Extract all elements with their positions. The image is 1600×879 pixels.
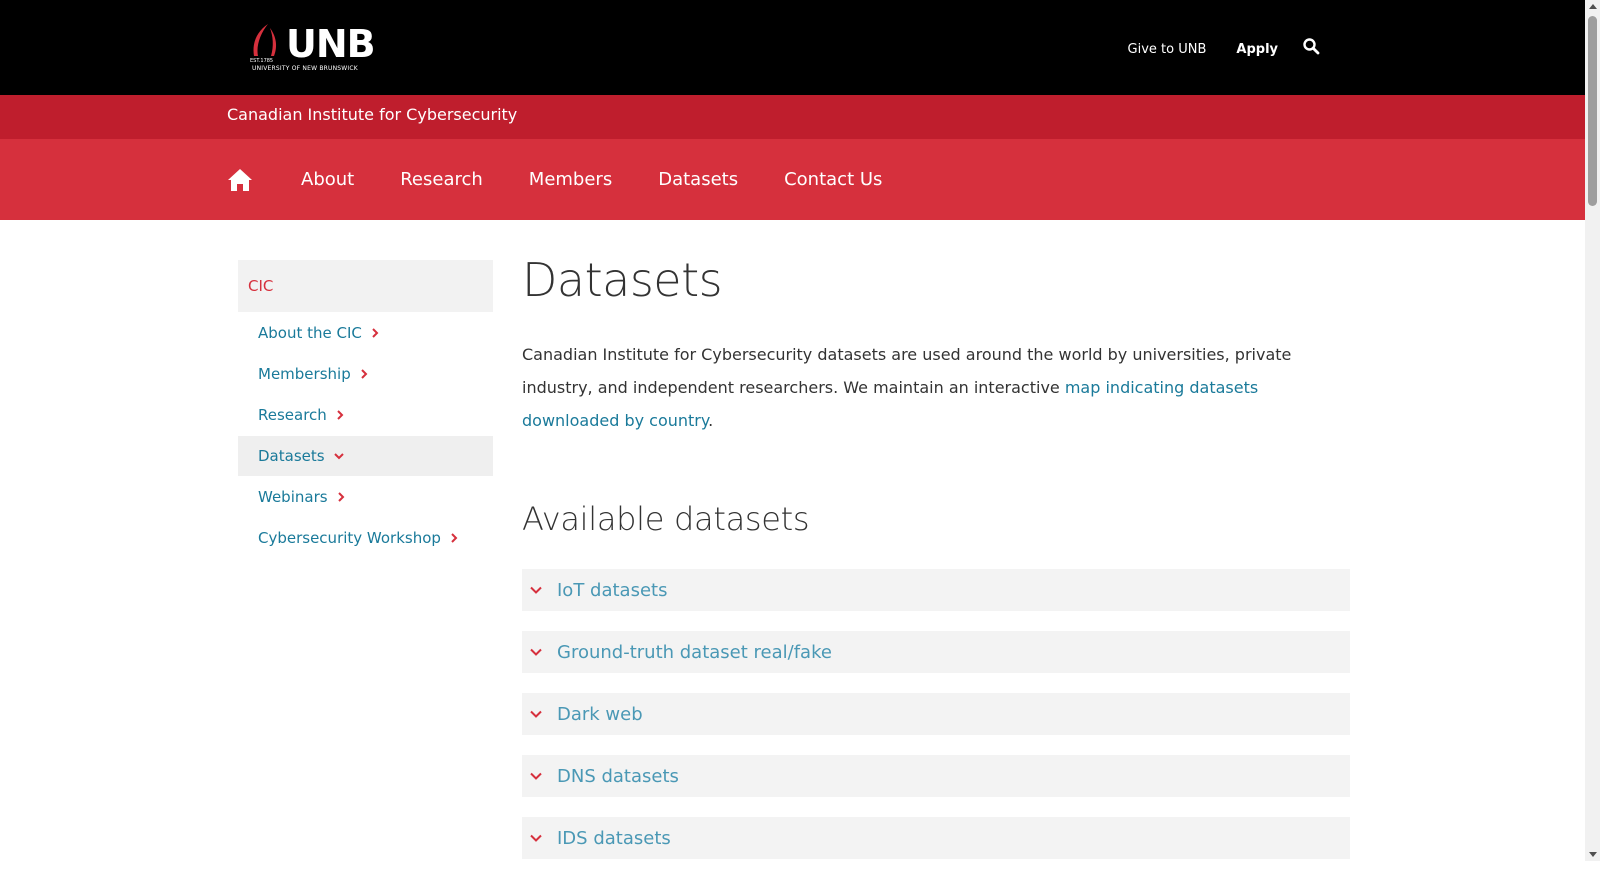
page-title: Datasets: [522, 253, 723, 307]
sidebar-item-label: Cybersecurity Workshop: [258, 529, 441, 547]
search-icon[interactable]: [1302, 37, 1320, 55]
chevron-down-icon: [530, 586, 542, 594]
site-name-link[interactable]: Canadian Institute for Cybersecurity: [227, 105, 517, 124]
accordion-label: DNS datasets: [557, 765, 679, 787]
chevron-right-icon: [361, 369, 368, 379]
accordion-item-ground-truth[interactable]: Ground-truth dataset real/fake: [522, 631, 1350, 673]
utility-links: Give to UNB Apply: [1098, 37, 1320, 58]
datasets-accordion: IoT datasets Ground-truth dataset real/f…: [522, 569, 1350, 859]
intro-end: .: [708, 411, 714, 430]
scroll-thumb[interactable]: [1588, 16, 1597, 206]
chevron-right-icon: [372, 328, 379, 338]
nav-research[interactable]: Research: [400, 169, 483, 190]
sidebar-heading[interactable]: CIC: [238, 260, 493, 312]
sidebar-item-datasets[interactable]: Datasets: [238, 436, 493, 476]
sidebar-item-webinars[interactable]: Webinars: [238, 477, 493, 517]
accordion-label: IoT datasets: [557, 579, 668, 601]
sidebar-item-label: Webinars: [258, 488, 328, 506]
accordion-item-dns[interactable]: DNS datasets: [522, 755, 1350, 797]
chevron-right-icon: [337, 492, 344, 502]
logo-university: UNIVERSITY OF NEW BRUNSWICK: [252, 65, 358, 72]
chevron-down-icon: [530, 648, 542, 656]
sidebar: CIC About the CIC Membership Research Da…: [238, 260, 493, 558]
chevron-right-icon: [337, 410, 344, 420]
sidebar-item-cybersecurity-workshop[interactable]: Cybersecurity Workshop: [238, 518, 493, 558]
page-scrollbar[interactable]: [1585, 0, 1600, 861]
logo-wordmark: UNB: [286, 22, 376, 66]
nav-contact-us[interactable]: Contact Us: [784, 169, 882, 190]
nav-members[interactable]: Members: [529, 169, 612, 190]
nav-datasets[interactable]: Datasets: [658, 169, 738, 190]
chevron-down-icon: [530, 710, 542, 718]
sail-logo-icon: [253, 24, 277, 56]
accordion-item-dark-web[interactable]: Dark web: [522, 693, 1350, 735]
section-title: Available datasets: [522, 500, 810, 538]
main-content: Datasets Canadian Institute for Cybersec…: [522, 252, 1350, 879]
accordion-label: Dark web: [557, 703, 643, 725]
chevron-down-icon: [530, 834, 542, 842]
main-nav: About Research Members Datasets Contact …: [0, 139, 1585, 220]
chevron-down-icon: [530, 772, 542, 780]
accordion-label: Ground-truth dataset real/fake: [557, 641, 832, 663]
sidebar-item-membership[interactable]: Membership: [238, 354, 493, 394]
sidebar-item-label: Membership: [258, 365, 351, 383]
nav-about[interactable]: About: [301, 169, 354, 190]
scroll-up-icon[interactable]: [1589, 4, 1597, 9]
chevron-down-icon: [333, 453, 344, 460]
sidebar-item-label: Datasets: [258, 447, 325, 465]
logo-est: EST.1785: [250, 58, 274, 64]
site-name-band: Canadian Institute for Cybersecurity: [0, 95, 1585, 139]
home-icon[interactable]: [227, 168, 253, 192]
give-to-unb-link[interactable]: Give to UNB: [1128, 42, 1207, 57]
accordion-label: IDS datasets: [557, 827, 671, 849]
accordion-item-ids[interactable]: IDS datasets: [522, 817, 1350, 859]
top-bar: UNB EST.1785 UNIVERSITY OF NEW BRUNSWICK…: [0, 0, 1585, 95]
scroll-down-icon[interactable]: [1589, 852, 1597, 857]
intro-paragraph: Canadian Institute for Cybersecurity dat…: [522, 338, 1302, 437]
sidebar-item-about-the-cic[interactable]: About the CIC: [238, 313, 493, 353]
chevron-right-icon: [451, 533, 458, 543]
sidebar-item-label: About the CIC: [258, 324, 362, 342]
sidebar-item-label: Research: [258, 406, 327, 424]
apply-link[interactable]: Apply: [1236, 42, 1278, 57]
accordion-item-iot[interactable]: IoT datasets: [522, 569, 1350, 611]
sidebar-item-research[interactable]: Research: [238, 395, 493, 435]
unb-logo[interactable]: UNB EST.1785 UNIVERSITY OF NEW BRUNSWICK: [246, 22, 376, 74]
